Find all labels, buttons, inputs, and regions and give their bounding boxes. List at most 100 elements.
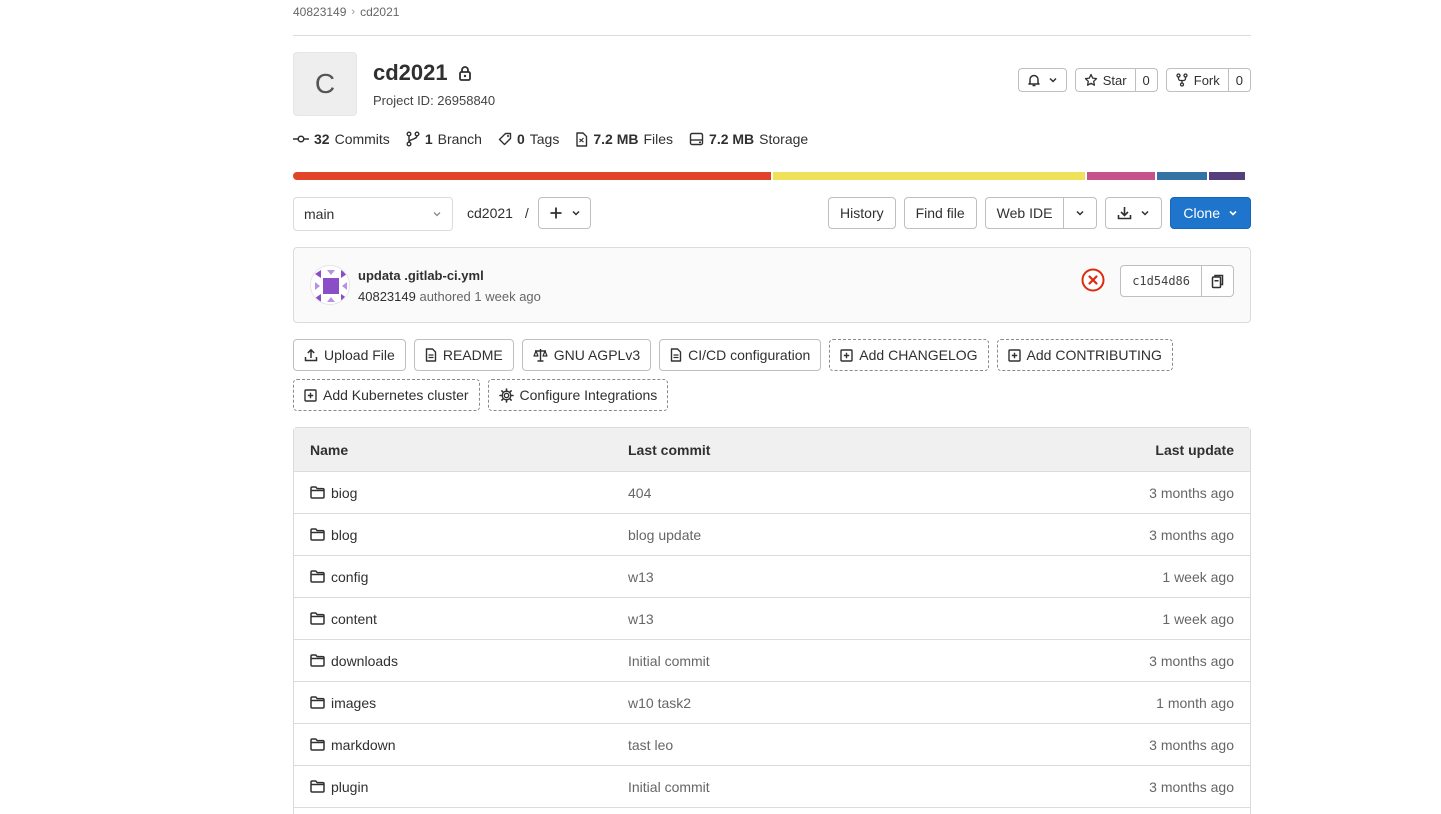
upload-file-button[interactable]: Upload File <box>293 339 406 371</box>
notification-button[interactable] <box>1017 68 1067 92</box>
file-name-cell[interactable]: plugin <box>310 779 368 795</box>
breadcrumb: 40823149 › cd2021 <box>293 5 399 19</box>
commit-title[interactable]: updata .gitlab-ci.yml <box>358 268 484 283</box>
header-last-update: Last update <box>1155 441 1234 458</box>
stat-tags[interactable]: 0 Tags <box>498 131 559 147</box>
branch-name: main <box>304 206 335 222</box>
file-name-cell[interactable]: biog <box>310 485 357 501</box>
stat-commits[interactable]: 32 Commits <box>293 131 390 147</box>
quick-action-label: CI/CD configuration <box>688 347 811 363</box>
pipeline-failed-icon[interactable] <box>1081 268 1105 292</box>
fork-label: Fork <box>1193 72 1220 88</box>
file-name[interactable]: blog <box>331 527 357 543</box>
star-button[interactable]: Star 0 <box>1074 68 1158 92</box>
header-actions: Star 0 Fork 0 <box>1017 68 1251 92</box>
fork-button[interactable]: Fork 0 <box>1165 68 1251 92</box>
file-name[interactable]: downloads <box>331 653 398 669</box>
language-segment[interactable] <box>293 172 771 180</box>
file-name[interactable]: biog <box>331 485 357 501</box>
add-kubernetes-cluster-button[interactable]: Add Kubernetes cluster <box>293 379 480 411</box>
history-button[interactable]: History <box>828 197 896 229</box>
last-commit-cell[interactable]: w10 task2 <box>628 695 691 711</box>
last-commit-cell[interactable]: 404 <box>628 485 651 501</box>
table-row[interactable]: content w13 1 week ago <box>294 598 1250 640</box>
language-segment[interactable] <box>772 172 1086 180</box>
chevron-right-icon: › <box>351 6 356 18</box>
last-commit-cell[interactable]: w13 <box>628 611 654 627</box>
web-ide-button[interactable]: Web IDE <box>986 198 1064 228</box>
download-dropdown[interactable] <box>1105 197 1163 229</box>
repository-language-bar[interactable] <box>293 172 1251 180</box>
language-segment[interactable] <box>1087 172 1155 180</box>
file-name[interactable]: config <box>331 569 368 585</box>
repo-toolbar: main cd2021 / History Find file Web IDE <box>293 197 1251 231</box>
table-row[interactable]: config w13 1 week ago <box>294 556 1250 598</box>
last-commit-cell[interactable]: w13 <box>628 569 654 585</box>
file-name[interactable]: plugin <box>331 779 368 795</box>
configure-integrations-button[interactable]: Configure Integrations <box>487 379 669 411</box>
copy-icon <box>1211 274 1224 289</box>
table-row[interactable] <box>294 808 1250 814</box>
last-update-cell: 3 months ago <box>1149 736 1234 753</box>
add-contributing-button[interactable]: Add CONTRIBUTING <box>996 339 1173 371</box>
file-name-cell[interactable]: images <box>310 695 376 711</box>
last-commit-cell[interactable]: Initial commit <box>628 779 710 795</box>
divider <box>293 35 1251 36</box>
file-name[interactable]: images <box>331 695 376 711</box>
stat-storage[interactable]: 7.2 MB Storage <box>689 131 808 147</box>
table-row[interactable]: downloads Initial commit 3 months ago <box>294 640 1250 682</box>
project-id: Project ID: 26958840 <box>373 93 496 108</box>
table-row[interactable]: markdown tast leo 3 months ago <box>294 724 1250 766</box>
file-name[interactable]: content <box>331 611 377 627</box>
quick-action-label: GNU AGPLv3 <box>553 347 641 363</box>
commit-author[interactable]: 40823149 <box>358 289 416 304</box>
breadcrumb-owner[interactable]: 40823149 <box>293 5 346 19</box>
fork-count[interactable]: 0 <box>1227 69 1250 91</box>
download-icon <box>1117 206 1132 220</box>
project-stats: 32 Commits 1 Branch 0 Tags 7.2 MB Files … <box>293 131 808 147</box>
folder-icon <box>310 486 325 499</box>
web-ide-dropdown[interactable] <box>1063 198 1096 228</box>
stat-branches[interactable]: 1 Branch <box>406 131 482 147</box>
chevron-down-icon <box>432 209 442 219</box>
last-commit-cell[interactable]: blog update <box>628 527 701 543</box>
quick-action-label: Configure Integrations <box>519 387 658 403</box>
language-segment[interactable] <box>1209 172 1246 180</box>
folder-icon <box>310 654 325 667</box>
add-to-tree-button[interactable] <box>538 197 591 229</box>
last-commit-cell[interactable]: tast leo <box>628 737 673 753</box>
file-name-cell[interactable]: blog <box>310 527 357 543</box>
table-row[interactable]: plugin Initial commit 3 months ago <box>294 766 1250 808</box>
ci-cd-configuration-button[interactable]: CI/CD configuration <box>659 339 822 371</box>
branch-dropdown[interactable]: main <box>293 197 453 231</box>
commit-sha[interactable]: c1d54d86 <box>1121 266 1201 296</box>
clone-label: Clone <box>1183 205 1220 221</box>
commit-author-avatar[interactable] <box>310 265 350 305</box>
file-name[interactable]: markdown <box>331 737 396 753</box>
clone-button[interactable]: Clone <box>1170 197 1251 229</box>
file-name-cell[interactable]: markdown <box>310 737 396 753</box>
file-name-cell[interactable]: content <box>310 611 377 627</box>
language-segment[interactable] <box>1156 172 1208 180</box>
breadcrumb-project[interactable]: cd2021 <box>360 5 399 19</box>
table-row[interactable]: images w10 task2 1 month ago <box>294 682 1250 724</box>
file-icon <box>575 131 588 147</box>
folder-icon <box>310 612 325 625</box>
copy-sha-button[interactable] <box>1201 266 1233 296</box>
readme-button[interactable]: README <box>413 339 514 371</box>
path-root[interactable]: cd2021 <box>467 205 513 221</box>
star-count[interactable]: 0 <box>1134 69 1157 91</box>
file-name-cell[interactable]: downloads <box>310 653 398 669</box>
header-last-commit: Last commit <box>628 441 711 458</box>
last-update-cell: 3 months ago <box>1149 484 1234 501</box>
table-row[interactable]: biog 404 3 months ago <box>294 472 1250 514</box>
file-name-cell[interactable]: config <box>310 569 368 585</box>
doc-icon <box>425 348 437 362</box>
last-update-cell: 3 months ago <box>1149 652 1234 669</box>
find-file-button[interactable]: Find file <box>903 197 977 229</box>
add-changelog-button[interactable]: Add CHANGELOG <box>829 339 989 371</box>
stat-files[interactable]: 7.2 MB Files <box>575 131 673 147</box>
gnu-agplv3-button[interactable]: GNU AGPLv3 <box>521 339 652 371</box>
table-row[interactable]: blog blog update 3 months ago <box>294 514 1250 556</box>
last-commit-cell[interactable]: Initial commit <box>628 653 710 669</box>
